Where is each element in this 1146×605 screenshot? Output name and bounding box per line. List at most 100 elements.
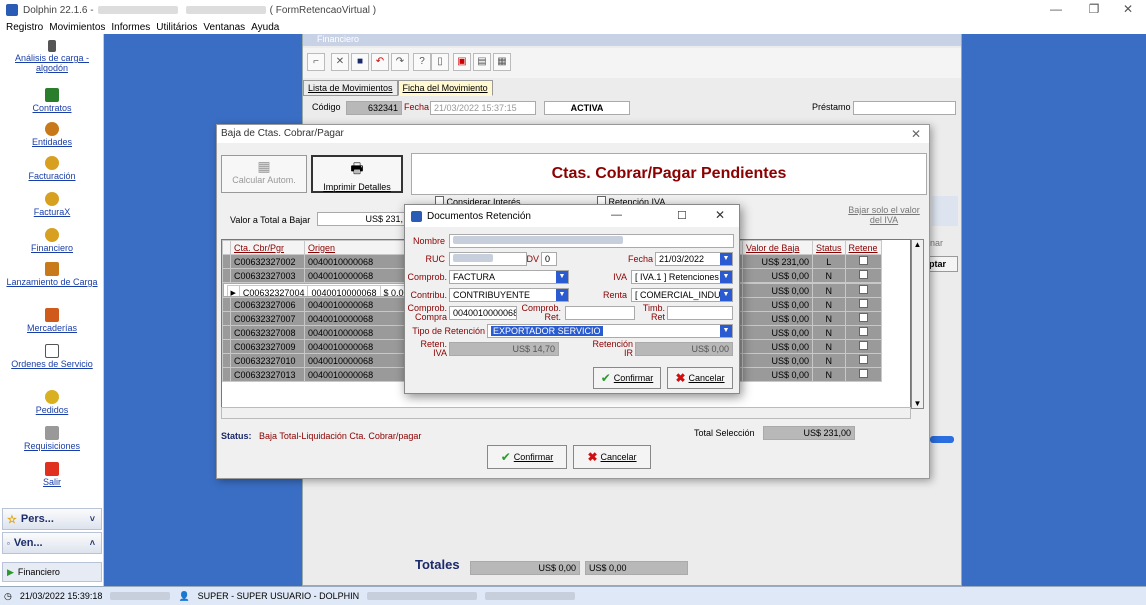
cell-valor-baja[interactable]: US$ 0,00 xyxy=(742,339,813,354)
cell-origen[interactable]: 0040010000068 xyxy=(304,254,417,269)
dv-field[interactable]: 0 xyxy=(541,252,557,266)
calcular-button[interactable]: ▦ Calcular Autom. xyxy=(221,155,307,193)
sidebar-item-lanzamiento[interactable]: Lanzamiento de Carga xyxy=(2,262,102,287)
cell-cta[interactable]: C00632327004 xyxy=(238,285,309,296)
sidebar-item-ordenes[interactable]: Ordenes de Servicio xyxy=(2,344,102,369)
cell-retene-checkbox[interactable] xyxy=(844,353,882,368)
cell-retene-checkbox[interactable] xyxy=(844,297,882,312)
close-icon[interactable]: ✕ xyxy=(911,127,921,141)
prestamo-field[interactable] xyxy=(853,101,956,115)
partial-button[interactable]: ptar xyxy=(926,256,958,272)
tab-ficha-movimiento[interactable]: Ficha del Movimiento xyxy=(397,80,493,96)
cell-retene-checkbox[interactable] xyxy=(844,367,882,382)
cell-origen[interactable]: 0040010000068 xyxy=(304,367,417,382)
sidebar-item-salir[interactable]: Salir xyxy=(2,462,102,487)
menu-movimientos[interactable]: Movimientos xyxy=(49,22,105,33)
sidebar-item-analisis[interactable]: Análisis de carga - algodón xyxy=(2,40,102,73)
tipo-retencion-select[interactable]: EXPORTADOR SERVICIO ▼ xyxy=(487,324,733,338)
cell-cta[interactable]: C00632327010 xyxy=(230,353,305,368)
col-cta[interactable]: Cta. Cbr/Pgr xyxy=(230,240,305,255)
sidebar-item-entidades[interactable]: Entidades xyxy=(2,122,102,147)
cell-origen[interactable]: 0040010000068 xyxy=(304,297,417,312)
sidebar-item-financiero[interactable]: Financiero xyxy=(2,228,102,253)
cell-origen[interactable]: 0040010000068 xyxy=(304,353,417,368)
codigo-field[interactable]: 632341 xyxy=(346,101,402,115)
sidebar-financiero-window[interactable]: ▶ Financiero xyxy=(2,562,102,582)
cell-valor-baja[interactable]: US$ 0,00 xyxy=(742,325,813,340)
minimize-icon[interactable]: — xyxy=(1046,2,1066,16)
menu-utilitarios[interactable]: Utilitários xyxy=(156,22,197,33)
sidebar-group-ven[interactable]: ▫ Ven... ˄ xyxy=(2,532,102,554)
contribu-select[interactable]: CONTRIBUYENTE ▼ xyxy=(449,288,569,302)
iva-select[interactable]: [ IVA.1 ] Retenciones en car ▼ xyxy=(631,270,733,284)
print-icon[interactable]: ▣ xyxy=(453,53,471,71)
cell-origen[interactable]: 0040010000068 xyxy=(304,268,417,283)
sidebar-item-facturax[interactable]: FacturaX xyxy=(2,192,102,217)
ruc-field[interactable] xyxy=(449,252,527,266)
menu-ayuda[interactable]: Ayuda xyxy=(251,22,279,33)
comprob-select[interactable]: FACTURA ▼ xyxy=(449,270,569,284)
cell-origen[interactable]: 0040010000068 xyxy=(304,339,417,354)
cell-origen[interactable]: 0040010000068 xyxy=(304,311,417,326)
fecha-field[interactable]: 21/03/2022 15:37:15 xyxy=(430,101,536,115)
comprob-compra-field[interactable]: 0040010000068 xyxy=(449,306,517,320)
cell-cta[interactable]: C00632327006 xyxy=(230,297,305,312)
renta-select[interactable]: [ COMERCIAL_INDUSTRIAL_ ▼ xyxy=(631,288,733,302)
redo-icon[interactable]: ↷ xyxy=(391,53,409,71)
close-icon[interactable]: ✕ xyxy=(715,208,725,222)
vertical-scrollbar[interactable]: ▲ ▼ xyxy=(911,239,924,409)
export-icon[interactable]: ▦ xyxy=(493,53,511,71)
menu-registro[interactable]: Registro xyxy=(6,22,43,33)
tab-lista-movimientos[interactable]: Lista de Movimientos xyxy=(303,80,398,96)
menu-ventanas[interactable]: Ventanas xyxy=(203,22,245,33)
comprob-ret-field[interactable] xyxy=(565,306,635,320)
delete-icon[interactable]: ✕ xyxy=(331,53,349,71)
cell-valor-baja[interactable]: US$ 0,00 xyxy=(742,367,813,382)
col-status[interactable]: Status xyxy=(812,240,846,255)
retencion-confirmar-button[interactable]: ✔ Confirmar xyxy=(593,367,661,389)
nombre-field[interactable] xyxy=(449,234,734,248)
sidebar-item-mercaderias[interactable]: Mercaderías xyxy=(2,308,102,333)
sidebar-item-pedidos[interactable]: Pedidos xyxy=(2,390,102,415)
sidebar-item-requisiciones[interactable]: Requisiciones xyxy=(2,426,102,451)
cell-cta[interactable]: C00632327002 xyxy=(230,254,305,269)
cell-valor-baja[interactable]: US$ 0,00 xyxy=(742,297,813,312)
cell-retene-checkbox[interactable] xyxy=(844,268,882,283)
restore-icon[interactable]: ❐ xyxy=(1084,2,1104,16)
cell-valor-baja[interactable]: US$ 0,00 xyxy=(742,283,813,298)
preview-icon[interactable]: ▤ xyxy=(473,53,491,71)
cell-valor-baja[interactable]: US$ 0,00 xyxy=(742,268,813,283)
col-origen[interactable]: Origen xyxy=(304,240,417,255)
cell-valor-baja[interactable]: US$ 0,00 xyxy=(742,353,813,368)
sidebar-item-contratos[interactable]: Contratos xyxy=(2,88,102,113)
cell-retene-checkbox[interactable] xyxy=(844,283,882,298)
cell-valor-baja[interactable]: US$ 231,00 xyxy=(742,254,813,269)
imprimir-button[interactable]: 🖶 Imprimir Detalles xyxy=(311,155,403,193)
cell-cta[interactable]: C00632327003 xyxy=(230,268,305,283)
baja-cancelar-button[interactable]: ✖ Cancelar xyxy=(573,445,651,469)
sidebar-group-pers[interactable]: ☆ Pers... ˅ xyxy=(2,508,102,530)
cell-cta[interactable]: C00632327007 xyxy=(230,311,305,326)
close-window-icon[interactable]: ✕ xyxy=(1118,2,1138,16)
cell-cta[interactable]: C00632327008 xyxy=(230,325,305,340)
maximize-icon[interactable]: ☐ xyxy=(677,209,687,222)
horizontal-scrollbar[interactable] xyxy=(221,407,911,419)
bajar-solo-iva-button[interactable]: Bajar solo el valor del IVA xyxy=(843,205,925,225)
col-valor-baja[interactable]: Valor de Baja xyxy=(742,240,813,255)
cell-cta[interactable]: C00632327009 xyxy=(230,339,305,354)
save-icon[interactable]: ■ xyxy=(351,53,369,71)
cell-valor-baja[interactable]: US$ 0,00 xyxy=(742,311,813,326)
retencion-cancelar-button[interactable]: ✖ Cancelar xyxy=(667,367,733,389)
sidebar-item-facturacion[interactable]: Facturación xyxy=(2,156,102,181)
minimize-icon[interactable]: — xyxy=(611,209,622,221)
help-icon[interactable]: ? xyxy=(413,53,431,71)
new-icon[interactable]: ⌐ xyxy=(307,53,325,71)
fecha-retencion-field[interactable]: 21/03/2022 ▼ xyxy=(655,252,733,266)
cell-retene-checkbox[interactable] xyxy=(844,339,882,354)
document-icon[interactable]: ▯ xyxy=(431,53,449,71)
col-retene[interactable]: Retene xyxy=(844,240,882,255)
cell-cta[interactable]: C00632327013 xyxy=(230,367,305,382)
valor-total-field[interactable]: US$ 231, xyxy=(317,212,407,226)
cell-origen[interactable]: 0040010000068 xyxy=(304,325,417,340)
cell-retene-checkbox[interactable] xyxy=(844,325,882,340)
